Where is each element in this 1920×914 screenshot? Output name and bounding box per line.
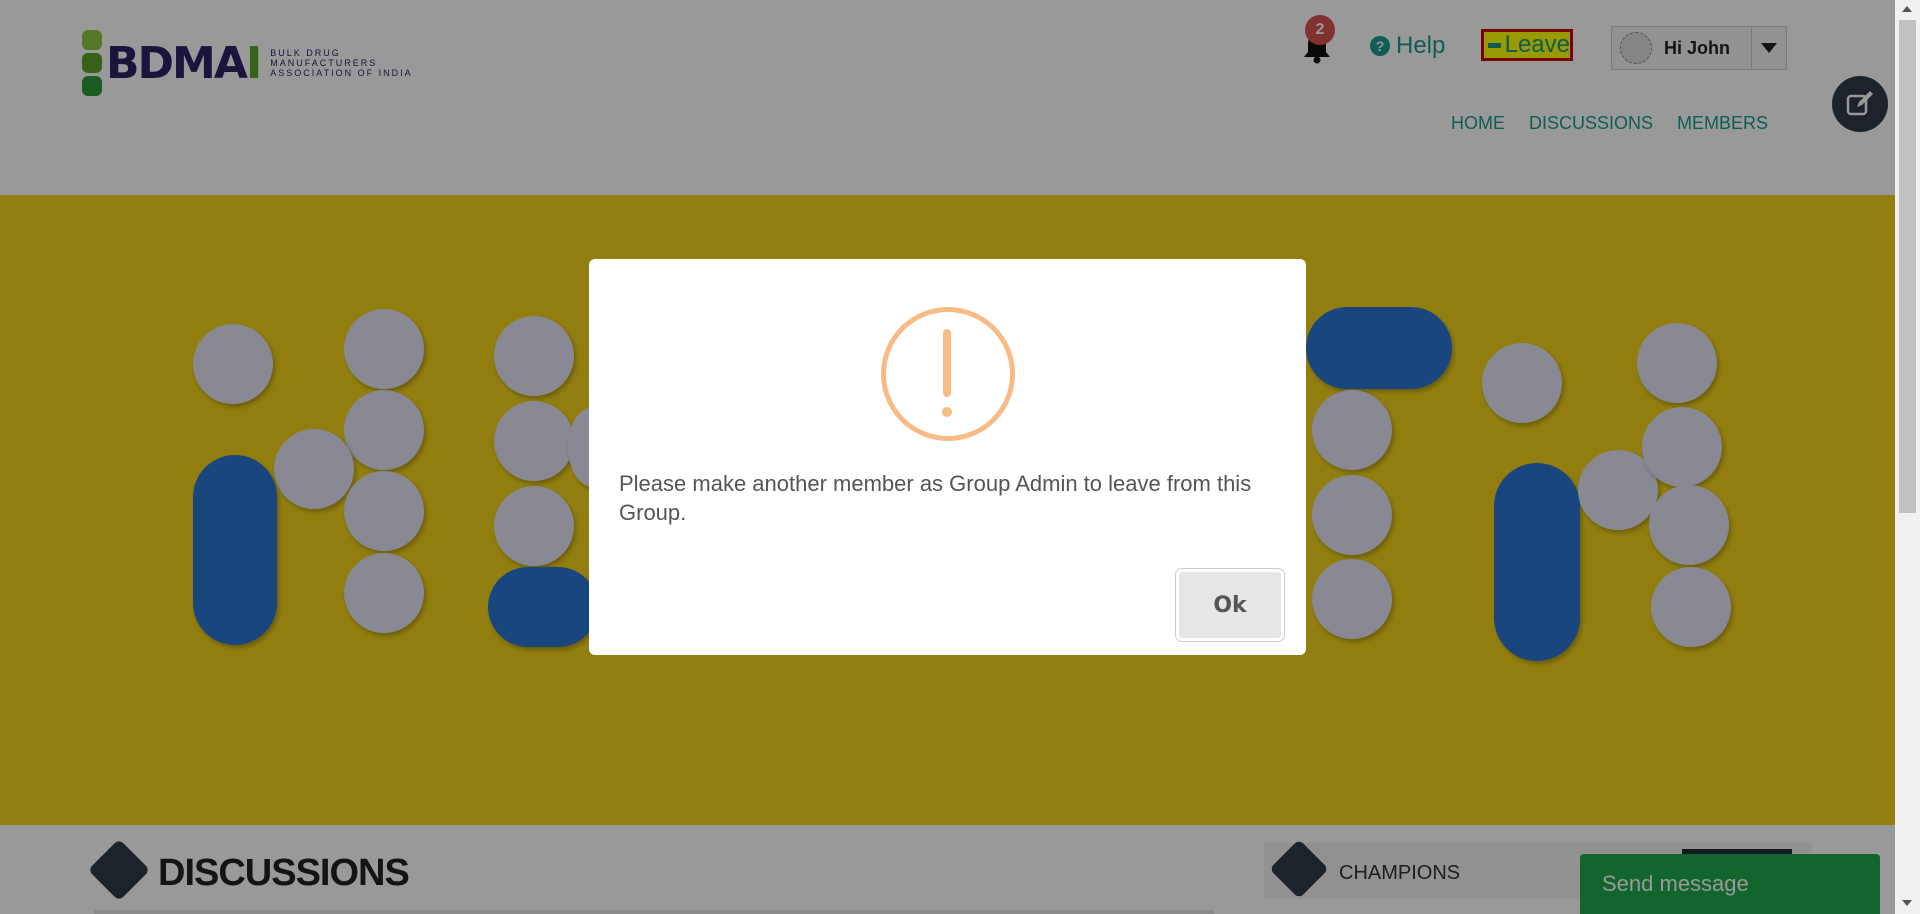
scrollbar-thumb[interactable] [1899,20,1916,513]
scroll-down-arrow-icon[interactable] [1902,900,1912,906]
warning-icon [881,307,1015,441]
alert-message: Please make another member as Group Admi… [619,471,1252,525]
ok-button[interactable]: Ok [1176,569,1284,641]
alert-dialog: Please make another member as Group Admi… [589,259,1306,655]
scroll-up-arrow-icon[interactable] [1902,6,1912,12]
